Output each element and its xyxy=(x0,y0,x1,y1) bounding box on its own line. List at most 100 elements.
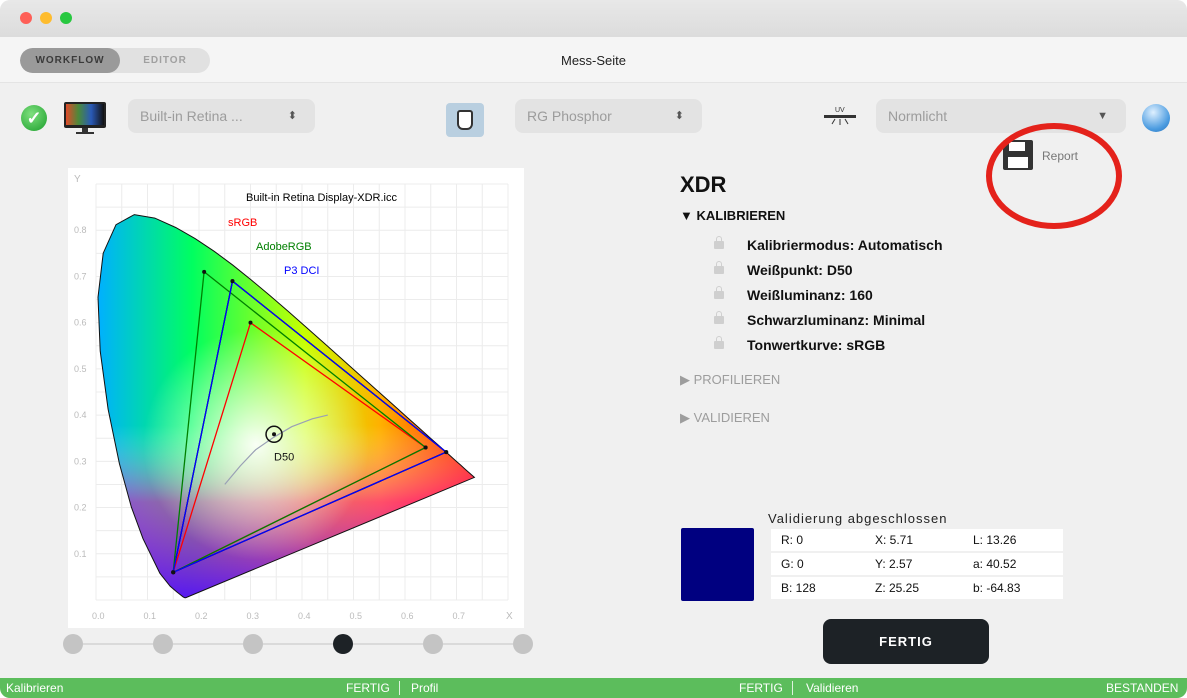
progress-step-dot[interactable] xyxy=(333,634,353,654)
progress-step-dot[interactable] xyxy=(153,634,173,654)
measurement-device-button[interactable] xyxy=(446,103,484,137)
setting-label: Weißpunkt: xyxy=(747,262,823,278)
progress-step-dot[interactable] xyxy=(423,634,443,654)
status-step-state: FERTIG xyxy=(346,681,390,695)
progress-step-dot[interactable] xyxy=(63,634,83,654)
section-profile[interactable]: ▶ PROFILIEREN xyxy=(680,372,780,388)
table-cell: G: 0 xyxy=(781,557,804,571)
setting-label: Tonwertkurve: xyxy=(747,337,843,353)
validation-title: Validierung abgeschlossen xyxy=(768,511,948,526)
gamut-primary-point xyxy=(230,279,235,284)
checkmark-icon: ✓ xyxy=(21,105,47,131)
progress-step-dot[interactable] xyxy=(243,634,263,654)
y-tick-label: 0.6 xyxy=(74,318,87,328)
x-tick-label: 0.3 xyxy=(247,611,260,621)
gamut-primary-point xyxy=(171,570,176,575)
updown-chevron-icon: ⬍ xyxy=(287,110,297,122)
setting-value: sRGB xyxy=(846,337,886,353)
table-row: G: 0 Y: 2.57 a: 40.52 xyxy=(771,553,1063,575)
legend-label: sRGB xyxy=(228,217,257,229)
x-tick-label: 0.7 xyxy=(453,611,466,621)
done-button[interactable]: FERTIG xyxy=(823,619,989,664)
phosphor-select-value: RG Phosphor xyxy=(527,108,612,124)
minimize-window-button[interactable] xyxy=(40,12,52,24)
x-tick-label: 0.1 xyxy=(144,611,157,621)
table-row: B: 128 Z: 25.25 b: -64.83 xyxy=(771,577,1063,599)
setting-value: Automatisch xyxy=(857,237,943,253)
setting-value: D50 xyxy=(826,262,853,278)
table-cell: a: 40.52 xyxy=(973,557,1017,571)
chevron-down-icon: ▼ xyxy=(1097,110,1108,122)
display-select-value: Built-in Retina ... xyxy=(140,108,243,124)
updown-chevron-icon: ⬍ xyxy=(674,110,684,122)
table-cell: R: 0 xyxy=(781,533,804,547)
y-tick-label: 0.4 xyxy=(74,410,87,420)
lock-icon xyxy=(714,336,724,349)
window-title: Mess-Seite xyxy=(560,53,627,68)
y-axis-label: Y xyxy=(74,174,81,185)
gamut-primary-point xyxy=(202,269,207,274)
y-tick-label: 0.7 xyxy=(74,271,87,281)
device-title: XDR xyxy=(680,172,727,197)
legend-label: Built-in Retina Display-XDR.icc xyxy=(246,192,397,204)
x-axis-label: X xyxy=(506,611,513,622)
legend-label: AdobeRGB xyxy=(256,241,312,253)
gamut-primary-point xyxy=(423,445,428,450)
title-bar xyxy=(0,0,1187,37)
progress-step-dot[interactable] xyxy=(513,634,533,654)
table-cell: B: 128 xyxy=(781,581,816,595)
x-tick-label: 0.0 xyxy=(92,611,105,621)
white-point-label: D50 xyxy=(274,451,294,463)
y-tick-label: 0.5 xyxy=(74,364,87,374)
legend-label: P3 DCI xyxy=(284,265,319,277)
status-step-state: FERTIG xyxy=(739,681,783,695)
step-progress xyxy=(63,634,533,654)
status-bar: Kalibrieren FERTIG Profil FERTIG Validie… xyxy=(0,678,1187,698)
white-point-dot xyxy=(272,432,277,437)
x-tick-label: 0.4 xyxy=(298,611,311,621)
x-tick-label: 0.2 xyxy=(195,611,208,621)
status-divider xyxy=(792,681,793,695)
uv-label: UV xyxy=(835,107,845,114)
illumination-select[interactable]: Normlicht ▼ xyxy=(876,99,1126,133)
status-step-state: BESTANDEN xyxy=(1106,681,1179,695)
y-tick-label: 0.8 xyxy=(74,225,87,235)
close-window-button[interactable] xyxy=(20,12,32,24)
uv-filter-icon: UV xyxy=(824,107,856,125)
lock-icon xyxy=(714,236,724,249)
phosphor-select[interactable]: RG Phosphor ⬍ xyxy=(515,99,702,133)
setting-label: Schwarzluminanz: xyxy=(747,312,870,328)
lock-icon xyxy=(714,311,724,324)
status-divider xyxy=(399,681,400,695)
setting-label: Kalibriermodus: xyxy=(747,237,855,253)
y-tick-label: 0.2 xyxy=(74,503,87,513)
cie-chart-svg: Built-in Retina Display-XDR.icc sRGB Adobe… xyxy=(74,174,513,622)
table-cell: X: 5.71 xyxy=(875,533,914,547)
illumination-select-value: Normlicht xyxy=(888,108,948,124)
zoom-window-button[interactable] xyxy=(60,12,72,24)
validation-values-table: R: 0 X: 5.71 L: 13.26 G: 0 Y: 2.57 a: 40… xyxy=(771,529,1063,601)
lock-icon xyxy=(714,261,724,274)
display-select[interactable]: Built-in Retina ... ⬍ xyxy=(128,99,315,133)
status-globe-icon[interactable] xyxy=(1142,104,1170,132)
cie-chromaticity-chart: Built-in Retina Display-XDR.icc sRGB Adobe… xyxy=(68,168,524,628)
app-window: WORKFLOW EDITOR Mess-Seite ✓ Built-in Re… xyxy=(0,0,1187,698)
y-tick-label: 0.1 xyxy=(74,549,87,559)
table-cell: b: -64.83 xyxy=(973,581,1021,595)
table-cell: Y: 2.57 xyxy=(875,557,913,571)
spectro-device-icon xyxy=(457,110,473,130)
status-step-name: Validieren xyxy=(806,681,859,695)
x-tick-label: 0.5 xyxy=(350,611,363,621)
status-step-name: Kalibrieren xyxy=(6,681,64,695)
table-cell: Z: 25.25 xyxy=(875,581,920,595)
highlight-circle-annotation xyxy=(986,123,1122,229)
gamut-primary-point xyxy=(444,450,449,455)
monitor-icon xyxy=(64,102,106,134)
setting-label: Weißluminanz: xyxy=(747,287,846,303)
section-validate[interactable]: ▶ VALIDIEREN xyxy=(680,410,770,426)
table-cell: L: 13.26 xyxy=(973,533,1017,547)
gamut-primary-point xyxy=(248,320,253,325)
status-step-name: Profil xyxy=(411,681,439,695)
section-calibrate[interactable]: ▼ KALIBRIEREN xyxy=(680,208,785,223)
color-swatch xyxy=(681,528,754,601)
